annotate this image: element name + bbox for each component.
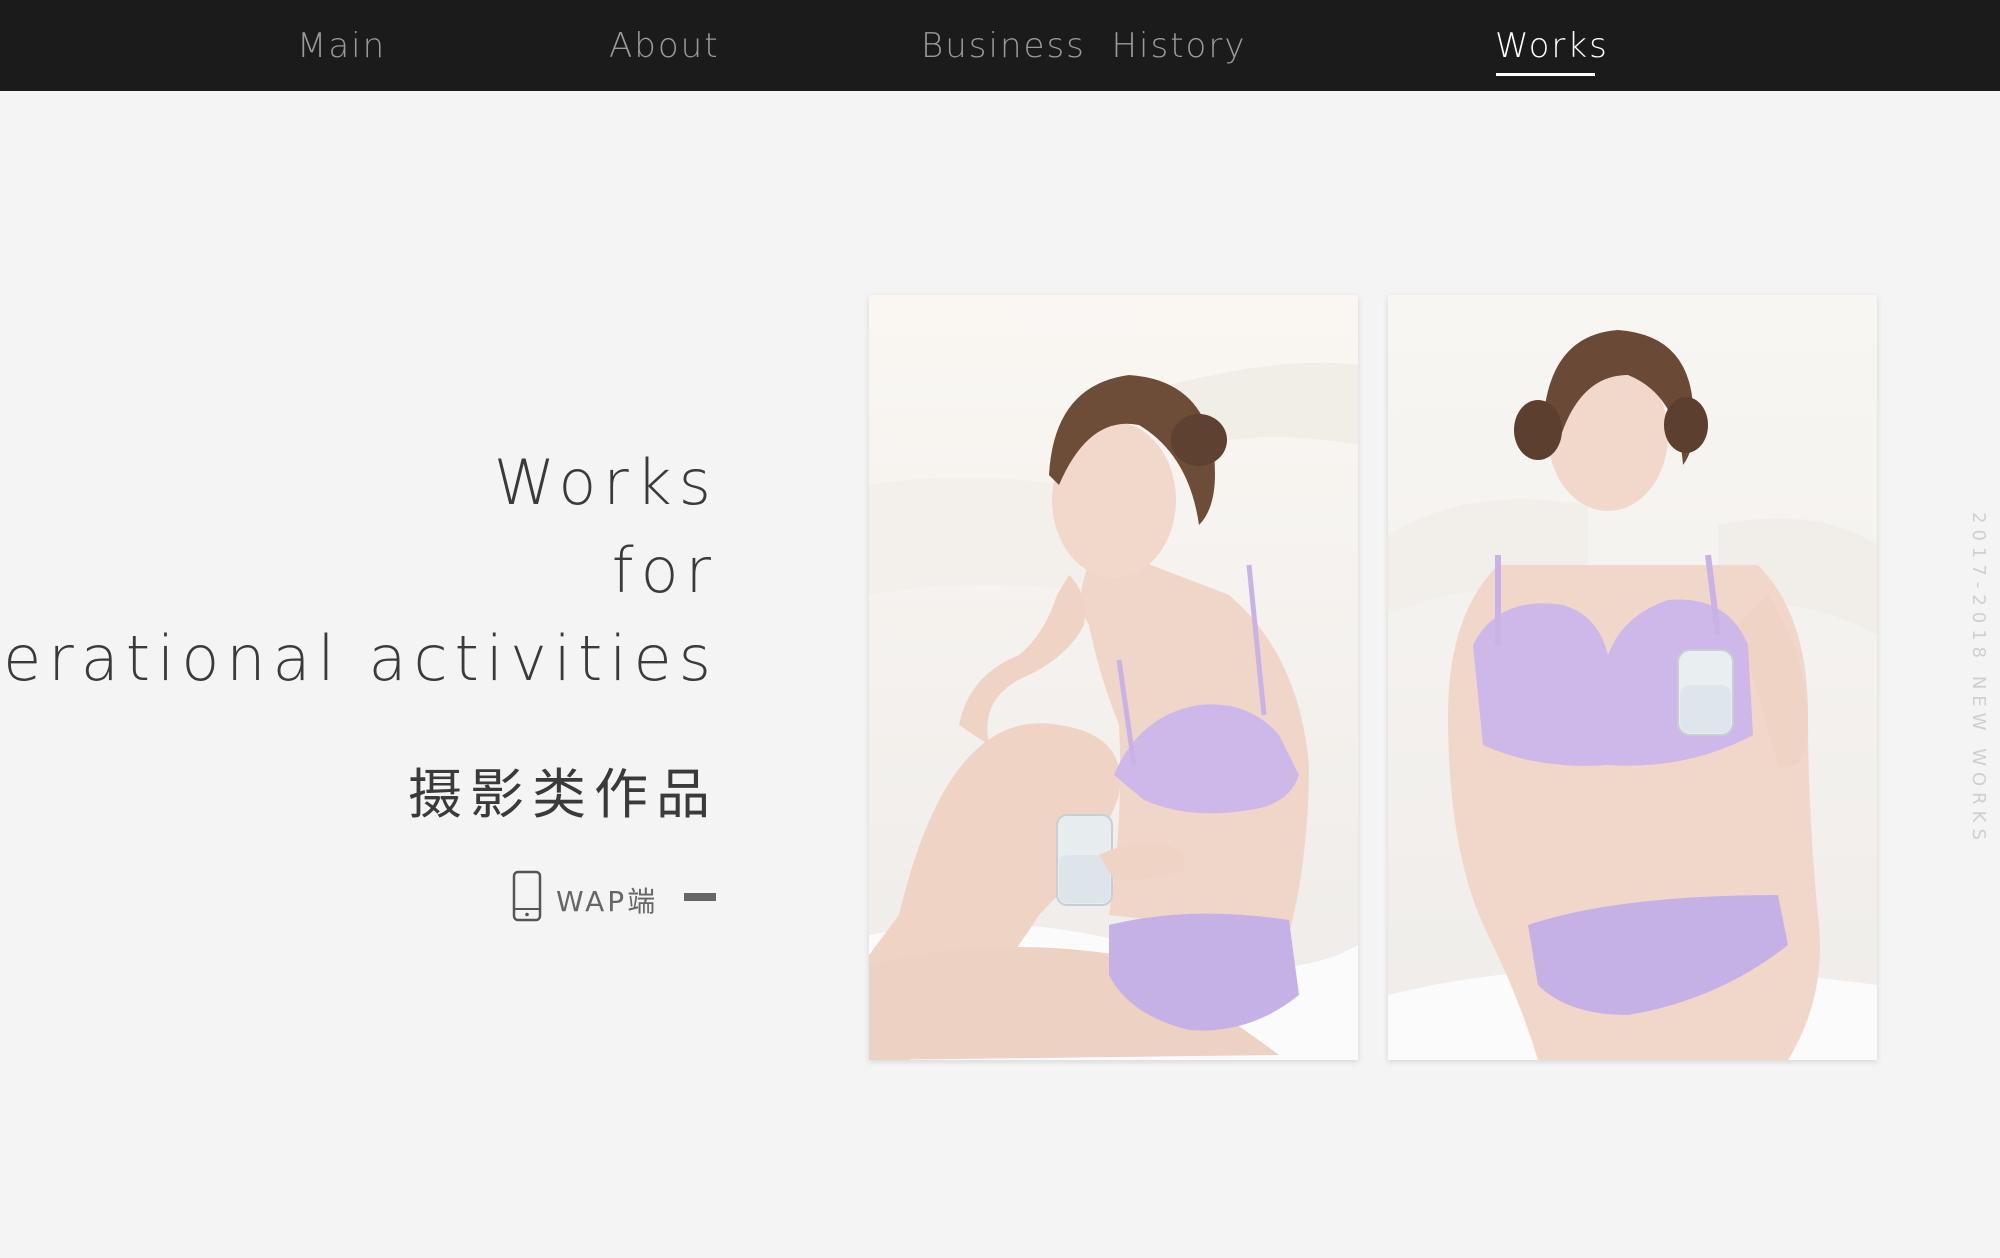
wap-link[interactable]: WAP端 <box>512 868 718 924</box>
photo-card-2[interactable] <box>1388 295 1877 1060</box>
model-photo-1 <box>869 295 1358 1060</box>
model-photo-2 <box>1388 295 1877 1060</box>
nav-main[interactable]: Main <box>297 26 386 70</box>
chinese-title: 摄影类作品 <box>408 763 718 826</box>
nav-business-history[interactable]: Business History <box>921 26 1246 70</box>
dash-icon <box>684 893 716 901</box>
headline-line-3: Operational activities <box>0 622 718 695</box>
top-nav-bar: Main About Business History Works <box>0 0 2000 91</box>
wap-label: WAP端 <box>556 885 659 918</box>
photo-card-1[interactable] <box>869 295 1358 1060</box>
headline-line-2: for <box>611 534 718 607</box>
active-tab-underline <box>1496 73 1595 76</box>
nav-works[interactable]: Works <box>1495 26 1609 70</box>
nav-about[interactable]: About <box>609 26 720 70</box>
phone-icon <box>512 870 542 922</box>
side-year-label: 2017-2018 NEW WORKS <box>1968 512 1989 846</box>
headline-line-1: Works <box>493 446 718 519</box>
